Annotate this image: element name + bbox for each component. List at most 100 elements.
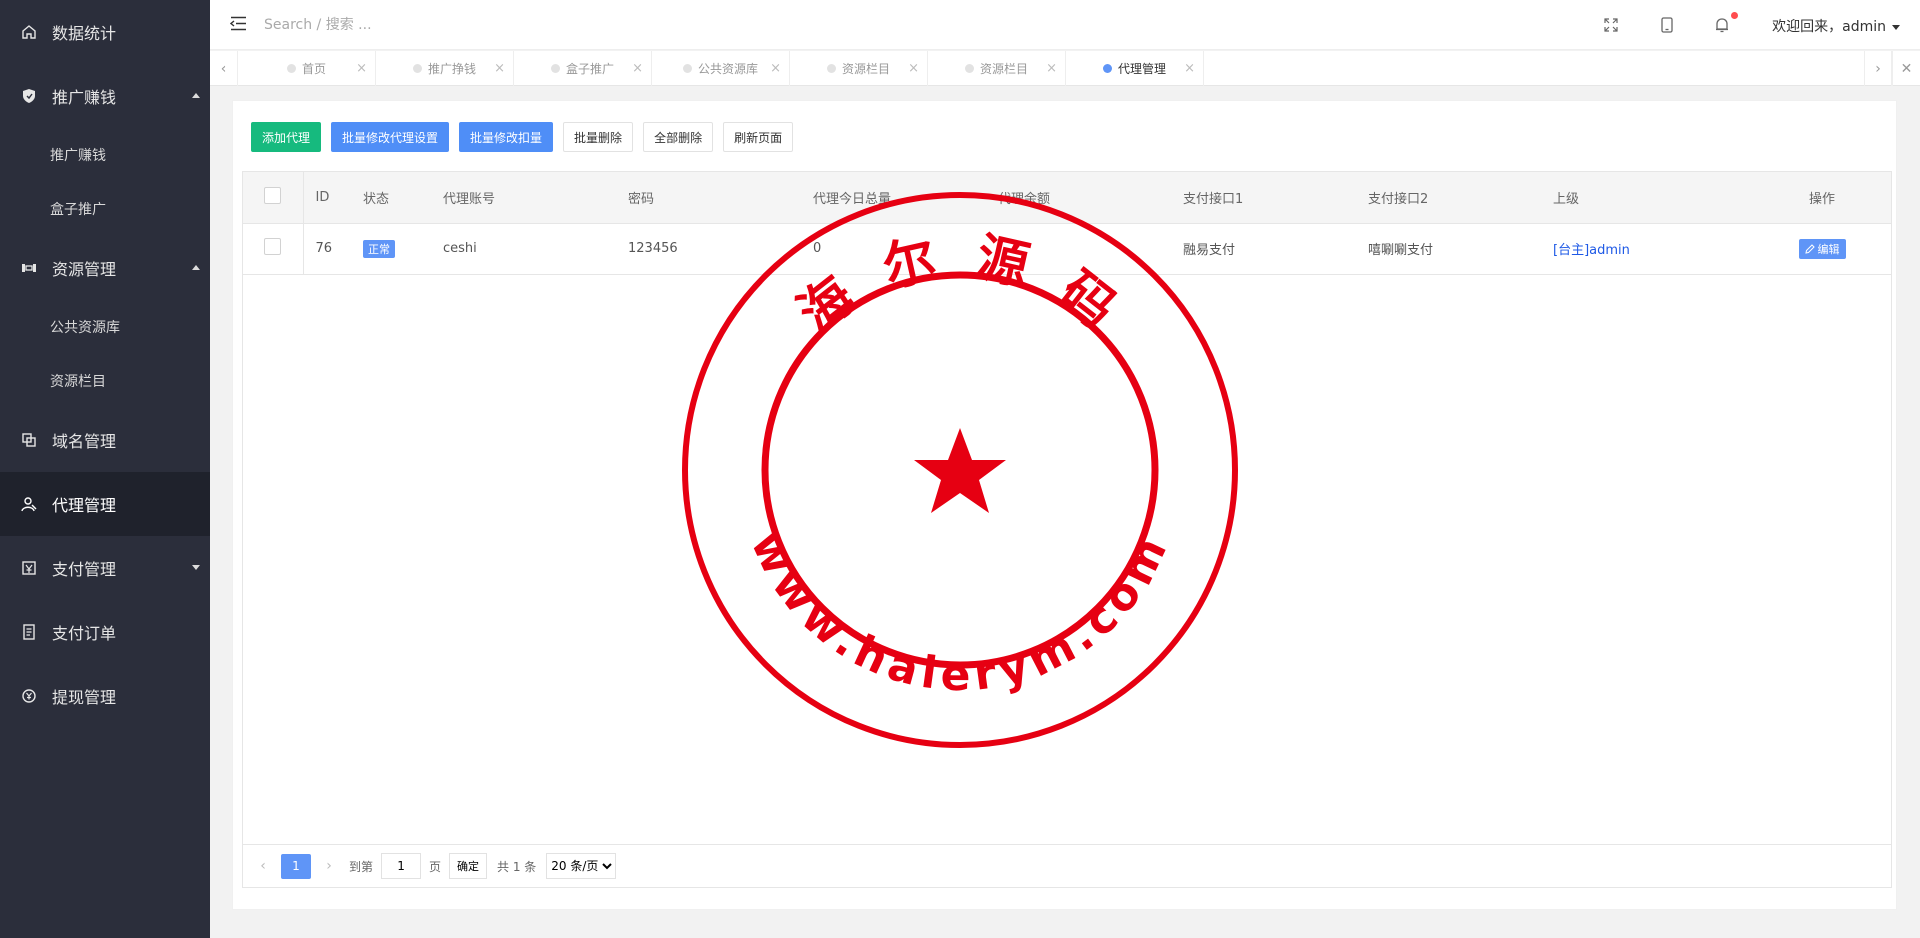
agent-icon (20, 495, 38, 513)
sidebar-subitem-resource-columns[interactable]: 资源栏目 (0, 354, 210, 408)
chevron-up-icon (192, 93, 200, 98)
sidebar-item-label: 资源栏目 (50, 374, 106, 390)
fullscreen-icon[interactable] (1601, 15, 1621, 35)
col-header-password: 密码 (628, 172, 813, 224)
tab-label: 盒子推广 (565, 62, 614, 76)
col-header-id: ID (303, 172, 363, 224)
page-unit-label: 页 (429, 859, 442, 874)
shield-icon (20, 87, 38, 105)
sidebar-subitem-box-promotion[interactable]: 盒子推广 (0, 182, 210, 236)
sidebar-item-resources[interactable]: 资源管理 (0, 236, 210, 300)
sidebar-item-domains[interactable]: 域名管理 (0, 408, 210, 472)
toolbar: 添加代理 批量修改代理设置 批量修改扣量 批量删除 全部删除 刷新页面 (251, 122, 794, 152)
close-icon[interactable]: × (494, 61, 505, 76)
sidebar-item-statistics[interactable]: 数据统计 (0, 0, 210, 64)
refresh-button[interactable]: 刷新页面 (723, 122, 794, 152)
next-page-icon[interactable]: › (319, 858, 339, 874)
tab-scroll-right-icon[interactable]: › (1864, 51, 1892, 86)
tab-dot (964, 64, 974, 73)
tab-resource-columns[interactable]: 资源栏目 × (790, 51, 928, 86)
parent-link[interactable]: [台主]admin (1553, 243, 1630, 258)
row-select-cell (243, 223, 304, 275)
sidebar-item-label: 盒子推广 (50, 202, 106, 218)
close-icon[interactable]: × (356, 61, 367, 76)
close-icon[interactable]: × (908, 61, 919, 76)
sidebar-item-promotion[interactable]: 推广赚钱 (0, 64, 210, 128)
resource-icon (20, 259, 38, 277)
close-icon[interactable]: × (1046, 61, 1057, 76)
add-agent-button[interactable]: 添加代理 (251, 122, 322, 152)
cell-parent: [台主]admin (1553, 223, 1753, 275)
select-all-cell (243, 172, 304, 224)
edit-label: 编辑 (1817, 242, 1840, 256)
tab-dot (412, 64, 422, 73)
goto-label: 到第 (349, 859, 374, 874)
cell-balance (998, 223, 1183, 275)
sidebar-item-withdrawals[interactable]: 提现管理 (0, 664, 210, 728)
search-input[interactable] (264, 10, 564, 40)
page-number[interactable]: 1 (281, 853, 311, 879)
top-header: 欢迎回来，admin (210, 0, 1920, 50)
sidebar-item-agents[interactable]: 代理管理 (0, 472, 210, 536)
sidebar-item-payment[interactable]: 支付管理 (0, 536, 210, 600)
sidebar-subitem-promotion[interactable]: 推广赚钱 (0, 128, 210, 182)
withdraw-icon (20, 687, 38, 705)
tab-agent-management[interactable]: 代理管理 × (1066, 51, 1204, 86)
row-checkbox[interactable] (264, 238, 282, 255)
menu-toggle-icon[interactable] (229, 16, 247, 31)
sidebar-item-label: 域名管理 (52, 432, 117, 451)
col-header-status: 状态 (363, 172, 443, 224)
payment-icon (20, 559, 38, 577)
status-badge: 正常 (363, 239, 395, 258)
tab-home[interactable]: 首页 × (238, 51, 376, 86)
tab-label: 代理管理 (1117, 62, 1166, 76)
goto-confirm-button[interactable]: 确定 (449, 853, 488, 879)
batch-delete-button[interactable]: 批量删除 (563, 122, 634, 152)
tab-dot (1102, 64, 1112, 73)
pencil-icon (1804, 243, 1815, 254)
sidebar-item-label: 支付管理 (52, 560, 117, 579)
tab-promotion[interactable]: 推广挣钱 × (376, 51, 514, 86)
close-icon[interactable]: × (632, 61, 643, 76)
prev-page-icon[interactable]: ‹ (253, 858, 273, 874)
col-header-pay2: 支付接口2 (1368, 172, 1553, 224)
cell-pay2: 嘻唰唰支付 (1368, 223, 1553, 275)
bell-icon[interactable] (1712, 15, 1732, 35)
agent-table: ID 状态 代理账号 密码 代理今日总量 代理余额 支付接口1 支付接口2 上级… (242, 171, 1892, 888)
tab-public-resources[interactable]: 公共资源库 × (652, 51, 790, 86)
tab-label: 资源栏目 (841, 62, 890, 76)
sidebar-item-label: 代理管理 (52, 496, 117, 515)
goto-page-input[interactable] (381, 853, 422, 879)
sidebar-item-label: 支付订单 (52, 624, 117, 643)
sidebar-item-label: 资源管理 (52, 260, 117, 279)
cell-actions: 编辑 (1753, 223, 1891, 275)
tab-resource-columns-2[interactable]: 资源栏目 × (928, 51, 1066, 86)
domain-icon (20, 431, 38, 449)
tab-label: 首页 (301, 62, 326, 76)
delete-all-button[interactable]: 全部删除 (643, 122, 714, 152)
sidebar-item-label: 数据统计 (52, 24, 117, 43)
sidebar-item-label: 公共资源库 (50, 320, 120, 336)
tab-scroll-left-icon[interactable]: ‹ (210, 51, 238, 86)
tab-label: 推广挣钱 (427, 62, 476, 76)
home-icon (20, 23, 38, 41)
batch-deduct-button[interactable]: 批量修改扣量 (459, 122, 554, 152)
order-icon (20, 623, 38, 641)
close-icon[interactable]: × (1184, 61, 1195, 76)
tab-box-promotion[interactable]: 盒子推广 × (514, 51, 652, 86)
close-icon[interactable]: × (770, 61, 781, 76)
close-all-tabs-icon[interactable]: ✕ (1892, 51, 1920, 86)
user-menu[interactable]: 欢迎回来，admin (1772, 16, 1900, 36)
page-size-select[interactable]: 20 条/页 (546, 853, 617, 879)
total-count: 共 1 条 (497, 859, 537, 874)
edit-button[interactable]: 编辑 (1798, 238, 1846, 259)
sidebar-item-label: 推广赚钱 (52, 88, 117, 107)
col-header-balance: 代理余额 (998, 172, 1183, 224)
sidebar-subitem-public-resources[interactable]: 公共资源库 (0, 300, 210, 354)
tab-dot (286, 64, 296, 73)
sidebar-item-payment-orders[interactable]: 支付订单 (0, 600, 210, 664)
select-all-checkbox[interactable] (264, 186, 282, 204)
mobile-icon[interactable] (1657, 15, 1677, 35)
tab-dot (550, 64, 560, 73)
batch-settings-button[interactable]: 批量修改代理设置 (331, 122, 450, 152)
